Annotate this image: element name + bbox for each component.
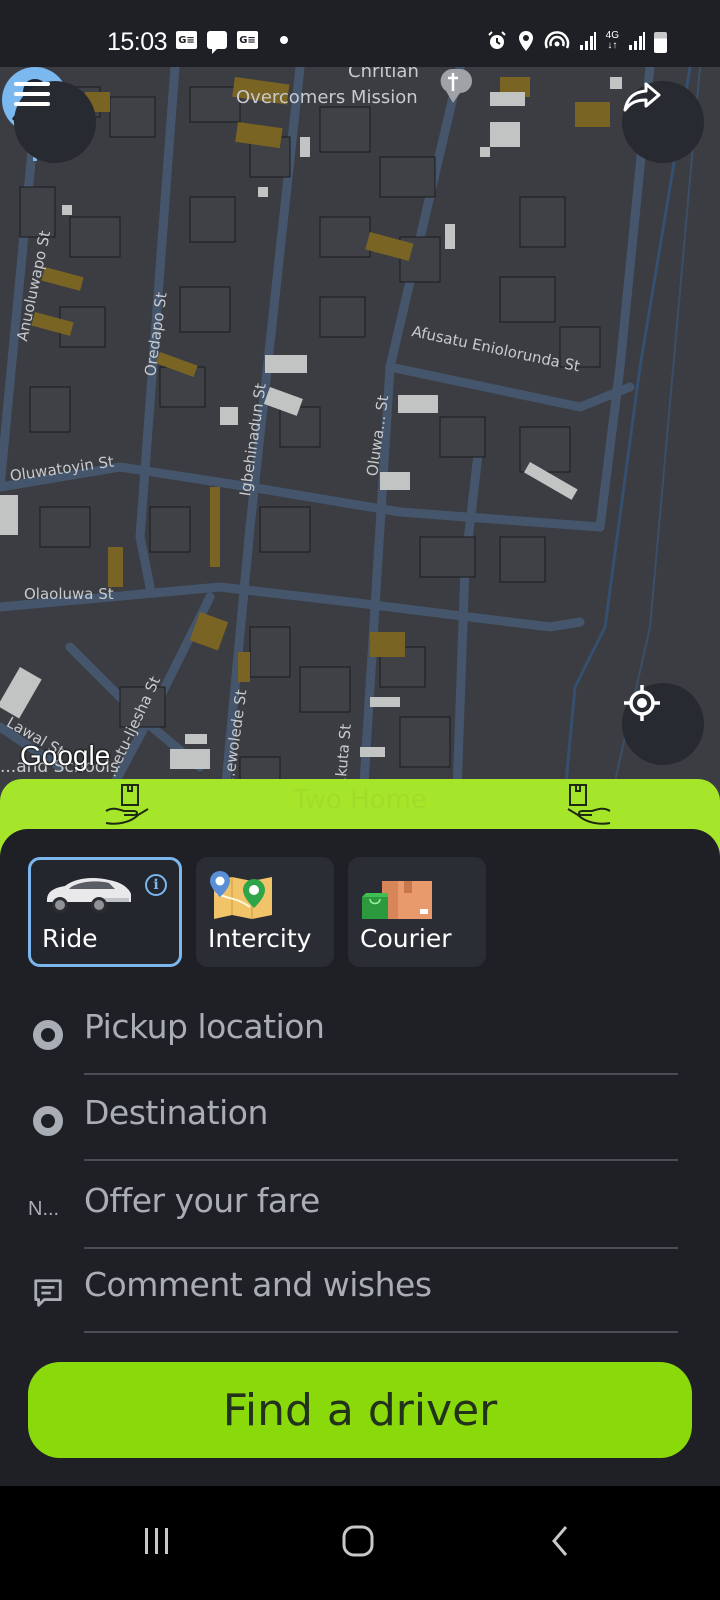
status-time: 15:03 — [107, 28, 168, 56]
church-poi-icon — [440, 68, 472, 103]
share-button[interactable] — [622, 81, 704, 163]
find-driver-button[interactable]: Find a driver — [28, 1362, 692, 1458]
map-pins-icon — [210, 871, 272, 919]
divider — [84, 1159, 678, 1161]
service-label: Ride — [42, 924, 98, 953]
system-nav-bar — [0, 1486, 720, 1600]
battery-icon — [654, 32, 667, 53]
recents-icon — [145, 1528, 168, 1554]
comment-field[interactable]: Comment and wishes — [0, 1249, 720, 1333]
menu-icon — [14, 82, 50, 106]
currency-label: N... — [28, 1197, 60, 1220]
comment-placeholder: Comment and wishes — [84, 1265, 432, 1304]
package-icon — [362, 881, 432, 919]
notification-icons: G≡ G≡ — [176, 31, 288, 54]
fare-field[interactable]: N... Offer your fare — [0, 1165, 720, 1249]
hotspot-icon — [544, 31, 569, 49]
pickup-placeholder: Pickup location — [84, 1007, 325, 1046]
status-bar: 15:03 G≡ G≡ 4G ↓↑ — [0, 0, 720, 68]
service-tab-ride[interactable]: i Ride — [28, 857, 182, 967]
notification-dot-icon — [280, 36, 288, 44]
street-label: Olaoluwa St — [24, 585, 114, 603]
hand-package-icon — [567, 784, 611, 825]
service-label: Courier — [360, 924, 452, 953]
pickup-dot-icon — [32, 1019, 64, 1051]
divider — [84, 1073, 678, 1075]
recents-button[interactable] — [127, 1516, 187, 1566]
network-label: 4G — [605, 30, 619, 41]
alarm-icon — [487, 31, 506, 49]
home-icon — [342, 1525, 374, 1557]
signal-icon — [629, 32, 645, 50]
service-label: Intercity — [208, 924, 312, 953]
order-panel: i Ride Intercity Courier Pickup location… — [0, 829, 720, 1486]
info-icon[interactable]: i — [145, 874, 167, 896]
pickup-field[interactable]: Pickup location — [0, 991, 720, 1075]
fare-placeholder: Offer your fare — [84, 1181, 320, 1220]
back-icon — [552, 1526, 568, 1556]
car-icon — [47, 878, 131, 913]
service-tab-intercity[interactable]: Intercity — [196, 857, 334, 967]
poi-label: Chritian — [348, 67, 419, 82]
4g-data-icon: 4G ↓↑ — [605, 30, 619, 51]
service-tab-courier[interactable]: Courier — [348, 857, 486, 967]
back-button[interactable] — [530, 1516, 590, 1566]
home-button[interactable] — [328, 1516, 388, 1566]
google-news-icon: G≡ — [237, 31, 258, 49]
comment-icon — [32, 1277, 64, 1309]
map-view[interactable]: Chritian Overcomers Mission Anuoluwapo S… — [0, 67, 720, 847]
message-icon — [207, 31, 227, 54]
share-icon — [623, 82, 661, 112]
system-icons: 4G ↓↑ — [486, 30, 646, 52]
hand-package-icon — [105, 784, 149, 825]
menu-button[interactable] — [14, 81, 96, 163]
my-location-button[interactable] — [622, 683, 704, 765]
service-tabs: i Ride Intercity Courier — [28, 857, 486, 967]
signal-icon — [579, 32, 596, 50]
destination-placeholder: Destination — [84, 1093, 268, 1132]
destination-dot-icon — [32, 1105, 64, 1137]
poi-label: Overcomers Mission — [236, 87, 418, 108]
google-news-icon: G≡ — [176, 31, 197, 49]
google-logo: Google — [20, 740, 111, 771]
destination-field[interactable]: Destination — [0, 1077, 720, 1161]
my-location-icon — [624, 685, 660, 721]
location-icon — [518, 31, 533, 51]
divider — [84, 1331, 678, 1333]
screen: 15:03 G≡ G≡ 4G ↓↑ Chritian Overcomers Mi… — [0, 0, 720, 1600]
